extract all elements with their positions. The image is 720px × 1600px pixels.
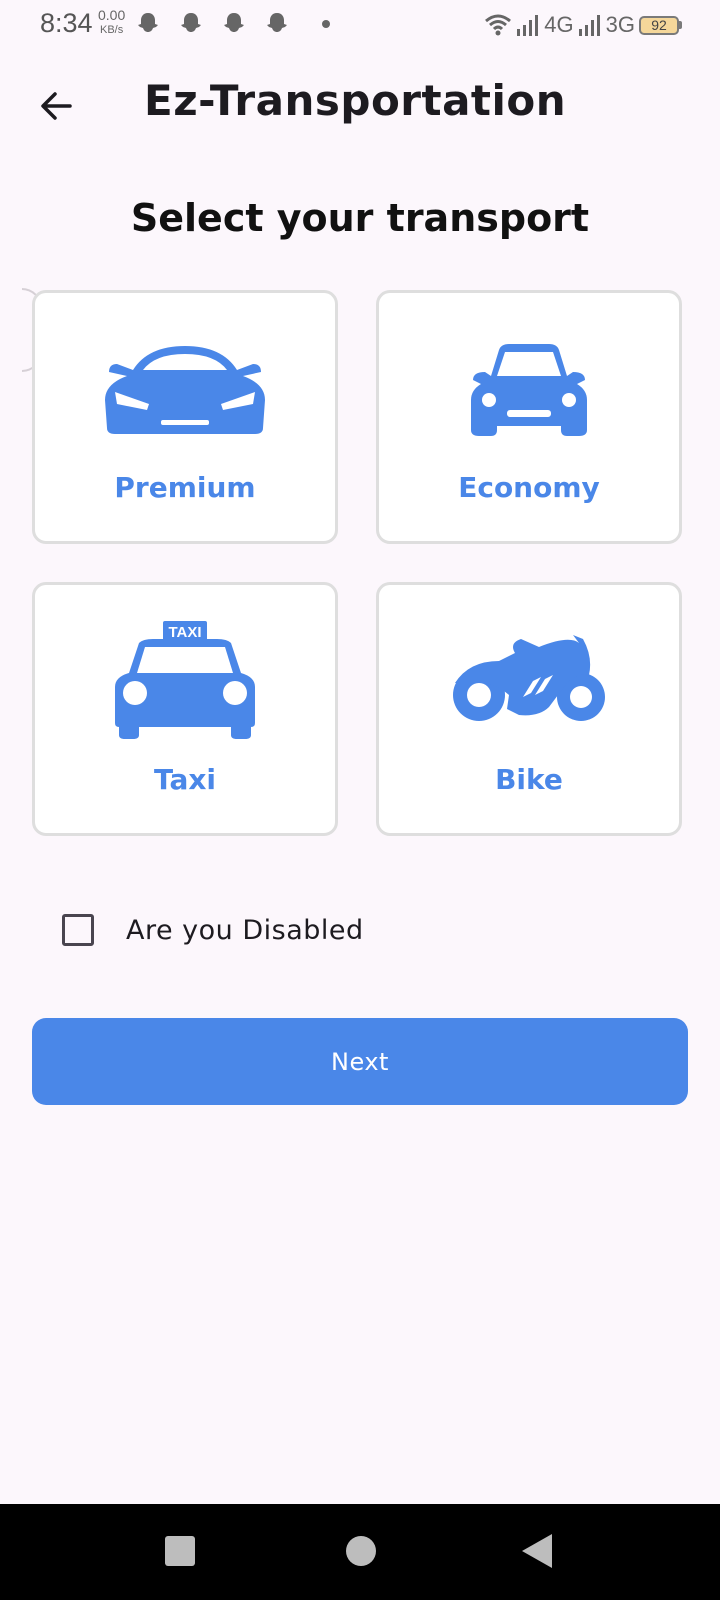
page-title: Ez-Transportation [144, 76, 567, 125]
system-nav-bar [0, 1504, 720, 1600]
network-type-1: 4G [544, 12, 574, 37]
status-time: 8:34 [40, 8, 93, 38]
option-label: Taxi [153, 763, 217, 796]
option-label: Economy [458, 471, 600, 504]
svg-text:TAXI: TAXI [168, 624, 201, 641]
disabled-checkbox-row[interactable]: Are you Disabled [62, 910, 364, 950]
snapchat-icon [224, 13, 244, 32]
transport-option-bike[interactable]: Bike [376, 582, 682, 836]
signal-icon [517, 15, 539, 36]
arrow-back-icon[interactable] [36, 86, 76, 126]
transport-option-taxi[interactable]: TAXI Taxi [32, 582, 338, 836]
network-type-2: 3G [605, 12, 635, 37]
notification-dot [322, 20, 330, 28]
battery-icon: 92 [639, 15, 682, 35]
recent-apps-button[interactable] [165, 1536, 195, 1566]
snapchat-icon [267, 13, 287, 32]
home-button[interactable] [346, 1536, 376, 1566]
next-button[interactable]: Next [32, 1018, 688, 1105]
net-speed: 0.00 KB/s [98, 8, 125, 38]
wifi-icon [485, 14, 512, 36]
section-heading: Select your transport [130, 196, 590, 240]
disabled-checkbox-label[interactable]: Are you Disabled [126, 915, 364, 946]
battery-level: 92 [639, 15, 679, 35]
transport-option-premium[interactable]: Premium [32, 290, 338, 544]
disabled-checkbox[interactable] [62, 914, 94, 946]
option-label: Bike [495, 763, 563, 796]
motorbike-icon [379, 625, 679, 735]
system-back-button[interactable] [522, 1534, 552, 1568]
taxi-icon: TAXI [35, 621, 335, 739]
sports-car-icon [35, 333, 335, 443]
car-front-icon [379, 333, 679, 443]
snapchat-icon [138, 13, 158, 32]
status-right: 4G 3G 92 [484, 10, 682, 40]
option-label: Premium [114, 471, 256, 504]
transport-option-economy[interactable]: Economy [376, 290, 682, 544]
net-speed-unit: KB/s [100, 24, 124, 36]
status-bar: 8:34 0.00 KB/s 4G 3G 92 [0, 0, 720, 50]
snapchat-icon [181, 13, 201, 32]
net-speed-value: 0.00 [98, 7, 126, 23]
signal-icon [578, 15, 600, 36]
